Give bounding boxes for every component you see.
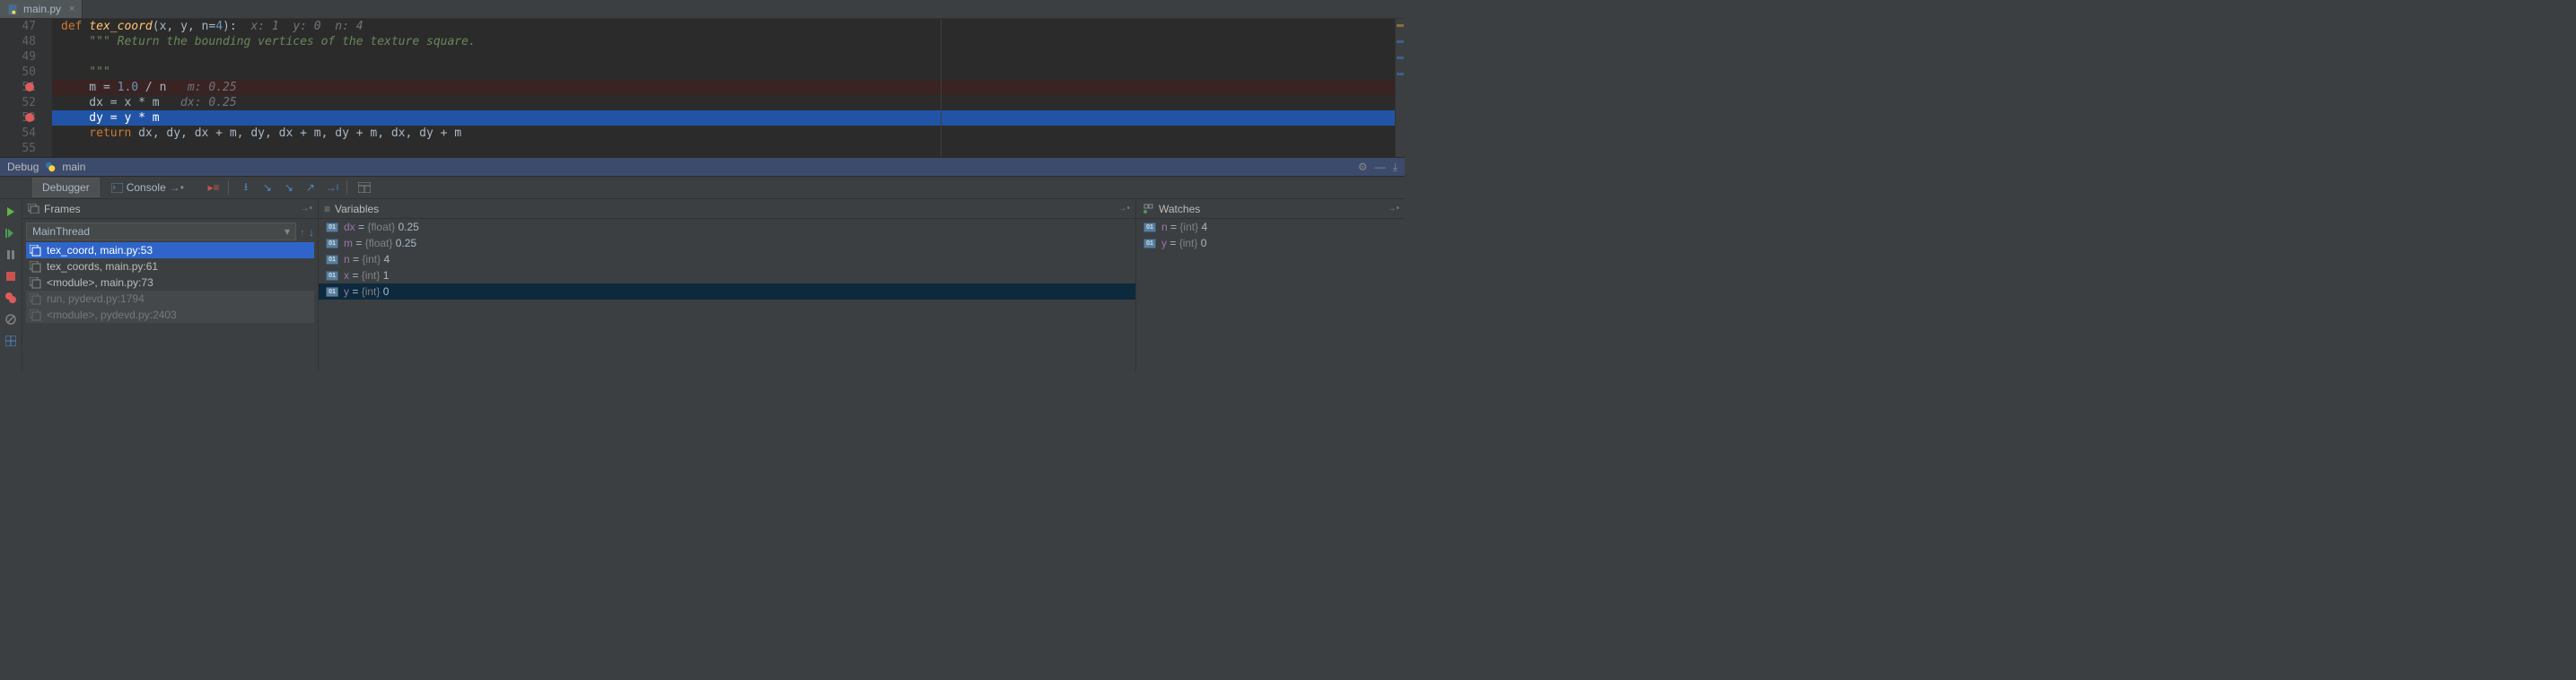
frame-item[interactable]: <module>, main.py:73 bbox=[26, 275, 314, 291]
python-icon bbox=[44, 161, 57, 173]
close-icon[interactable]: × bbox=[69, 4, 74, 14]
pin-icon[interactable]: →• bbox=[1117, 204, 1130, 214]
frame-item[interactable]: tex_coords, main.py:61 bbox=[26, 258, 314, 275]
rerun-button[interactable] bbox=[4, 205, 18, 219]
python-file-icon bbox=[7, 4, 19, 15]
debug-titlebar: Debug main ⚙ — ⤓ bbox=[0, 157, 1405, 177]
watches-list: 01 n = {int} 4 01 y = {int} 0 bbox=[1136, 219, 1405, 251]
var-type-icon: 01 bbox=[326, 271, 338, 281]
var-type-icon: 01 bbox=[326, 287, 338, 297]
step-into-icon[interactable]: ↘ bbox=[260, 180, 275, 195]
resume-button[interactable] bbox=[4, 226, 18, 240]
frame-item[interactable]: run, pydevd.py:1794 bbox=[26, 291, 314, 307]
pause-button[interactable] bbox=[4, 248, 18, 262]
tab-console[interactable]: Console →• bbox=[101, 178, 194, 197]
download-icon[interactable]: ⤓ bbox=[1393, 161, 1398, 174]
frame-up-icon[interactable]: ↑ bbox=[300, 226, 305, 239]
watches-icon bbox=[1142, 204, 1154, 214]
debug-target: main bbox=[62, 161, 85, 173]
step-over-icon[interactable]: ⭳ bbox=[239, 180, 253, 195]
debugger-toolbar: Debugger Console →• ▸≡ ⭳ ↘ ↘ ↗ →I bbox=[0, 177, 1405, 199]
var-type-icon: 01 bbox=[1143, 239, 1156, 248]
variables-header: Variables bbox=[335, 203, 379, 215]
watch-item[interactable]: 01 n = {int} 4 bbox=[1136, 219, 1405, 235]
frame-icon bbox=[30, 309, 41, 321]
frame-item[interactable]: tex_coord, main.py:53 bbox=[26, 242, 314, 258]
console-icon bbox=[111, 183, 123, 193]
variable-item[interactable]: 01 x = {int} 1 bbox=[319, 267, 1135, 283]
debug-side-toolbar bbox=[0, 199, 22, 371]
watches-panel: Watches →• 01 n = {int} 4 01 y = {int} 0 bbox=[1135, 199, 1405, 371]
variable-item[interactable]: 01 y = {int} 0 bbox=[319, 283, 1135, 300]
var-type-icon: 01 bbox=[326, 239, 338, 248]
minimize-icon[interactable]: — bbox=[1375, 161, 1386, 173]
thread-selector[interactable]: MainThread ▾ bbox=[26, 222, 296, 240]
stop-button[interactable] bbox=[4, 269, 18, 283]
debug-label: Debug bbox=[7, 161, 39, 173]
frame-icon bbox=[30, 245, 41, 257]
code-area[interactable]: def tex_coord(x, y, n=4): x: 1 y: 0 n: 4… bbox=[52, 19, 1405, 157]
run-to-cursor-icon[interactable]: →I bbox=[325, 180, 339, 195]
frames-panel: Frames →• MainThread ▾ ↑ ↓ tex_coord, ma… bbox=[22, 199, 318, 371]
step-out-icon[interactable]: ↗ bbox=[303, 180, 318, 195]
variable-item[interactable]: 01 m = {float} 0.25 bbox=[319, 235, 1135, 251]
variable-item[interactable]: 01 dx = {float} 0.25 bbox=[319, 219, 1135, 235]
frame-icon bbox=[30, 293, 41, 305]
tab-debugger[interactable]: Debugger bbox=[32, 178, 100, 197]
frame-nav: ↑ ↓ bbox=[300, 222, 314, 242]
var-type-icon: 01 bbox=[326, 222, 338, 232]
frame-down-icon[interactable]: ↓ bbox=[309, 226, 314, 239]
editor-tabs: main.py × bbox=[0, 0, 1405, 19]
layout-button[interactable] bbox=[4, 334, 18, 348]
file-tab-label: main.py bbox=[23, 3, 61, 15]
step-into-my-code-icon[interactable]: ↘ bbox=[282, 180, 296, 195]
variables-panel: ≡ Variables →• 01 dx = {float} 0.25 01 m… bbox=[318, 199, 1135, 371]
evaluate-expression-icon[interactable] bbox=[357, 180, 372, 195]
frame-icon bbox=[30, 261, 41, 273]
editor-gutter: 47 48 49 50 51 52 53 54 55 bbox=[0, 19, 52, 157]
breakpoint-icon[interactable] bbox=[25, 83, 34, 92]
view-breakpoints-button[interactable] bbox=[4, 291, 18, 305]
watch-item[interactable]: 01 y = {int} 0 bbox=[1136, 235, 1405, 251]
watches-header: Watches bbox=[1159, 203, 1200, 215]
variables-list: 01 dx = {float} 0.25 01 m = {float} 0.25… bbox=[319, 219, 1135, 300]
gear-icon[interactable]: ⚙ bbox=[1358, 161, 1368, 173]
var-type-icon: 01 bbox=[326, 255, 338, 265]
mute-breakpoints-button[interactable] bbox=[4, 312, 18, 327]
editor-markers bbox=[1395, 19, 1405, 157]
variable-item[interactable]: 01 n = {int} 4 bbox=[319, 251, 1135, 267]
frame-icon bbox=[30, 277, 41, 289]
show-execution-point-icon[interactable]: ▸≡ bbox=[206, 180, 221, 195]
pin-icon[interactable]: →• bbox=[300, 204, 312, 214]
frame-item[interactable]: <module>, pydevd.py:2403 bbox=[26, 307, 314, 323]
file-tab-main[interactable]: main.py × bbox=[0, 0, 83, 18]
breakpoint-icon[interactable] bbox=[25, 113, 34, 122]
debug-panels: Frames →• MainThread ▾ ↑ ↓ tex_coord, ma… bbox=[0, 199, 1405, 371]
frames-header: Frames bbox=[44, 203, 81, 215]
frames-icon bbox=[28, 204, 39, 214]
code-editor[interactable]: 47 48 49 50 51 52 53 54 55 def tex_coord… bbox=[0, 19, 1405, 157]
pin-icon[interactable]: →• bbox=[1387, 204, 1399, 214]
var-type-icon: 01 bbox=[1143, 222, 1156, 232]
